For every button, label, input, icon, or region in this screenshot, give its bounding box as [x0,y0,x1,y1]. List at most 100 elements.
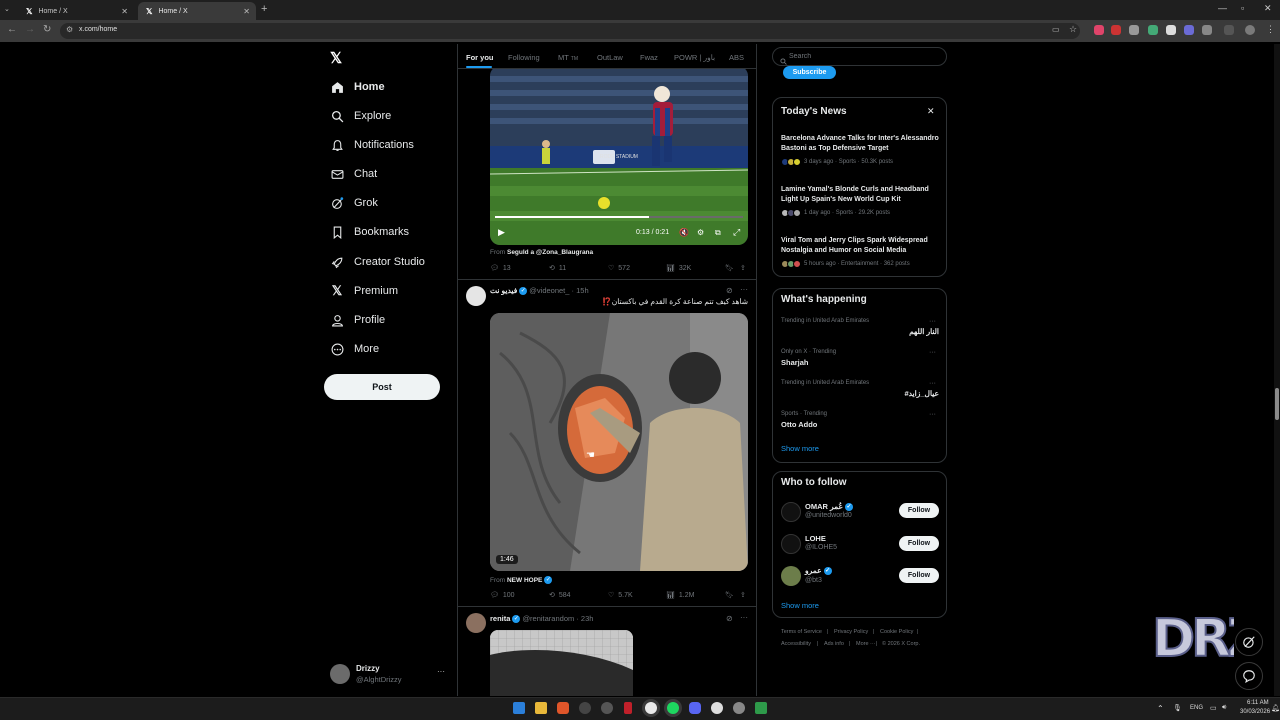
browser-menu-icon[interactable]: ⋮ [1266,24,1275,35]
news-headline[interactable]: Lamine Yamal's Blonde Curls and Headband… [781,185,946,205]
extension-icon[interactable] [1094,25,1104,35]
nav-home[interactable]: Home [330,76,385,98]
suggestion-handle[interactable]: @unitedworld0 [805,512,852,519]
reload-icon[interactable]: ↻ [43,24,51,35]
tab-search-button[interactable]: ⌄ [4,5,10,13]
extensions-puzzle-icon[interactable] [1202,25,1212,35]
clock-time[interactable]: 6:11 AM [1247,700,1269,706]
share-button[interactable]: ⇪ [740,264,746,272]
trend-name[interactable]: النار اللهم [781,327,939,336]
repost-button[interactable]: ⟲ 584 [549,591,571,600]
extension-icon[interactable] [1184,25,1194,35]
post-time[interactable]: 23h [581,614,594,623]
spotify-icon[interactable] [667,702,679,714]
tab-following[interactable]: Following [508,53,540,62]
suggestion-avatar[interactable] [781,502,801,522]
messages-float-button[interactable] [1235,662,1263,690]
extension-icon[interactable] [1148,25,1158,35]
tab-mt[interactable]: MT TM [558,53,578,62]
post-button[interactable]: Post [324,374,440,400]
app-icon[interactable] [624,702,632,714]
nav-notifications[interactable]: Notifications [330,134,414,156]
notification-icon[interactable]: 🔔︎ [1271,704,1280,712]
footer-terms[interactable]: Terms of Service [781,629,822,635]
like-button[interactable]: ♡ 572 [608,264,630,273]
reply-button[interactable]: 💬︎ 100 [490,591,515,600]
nav-explore[interactable]: Explore [330,105,391,127]
author-handle[interactable]: @videonet_ [529,286,569,295]
grok-post-icon[interactable]: ⊘ [726,286,733,295]
news-headline[interactable]: Viral Tom and Jerry Clips Spark Widespre… [781,236,946,256]
app-icon[interactable] [601,702,613,714]
account-handle[interactable]: @AlghtDrizzy [356,675,402,684]
suggestion-avatar[interactable] [781,566,801,586]
search-input[interactable] [789,49,939,64]
file-explorer-icon[interactable] [535,702,547,714]
video-player[interactable] [490,313,748,571]
account-more-icon[interactable]: ··· [437,667,445,676]
suggestion-avatar[interactable] [781,534,801,554]
trend-more-icon[interactable]: ··· [929,380,936,387]
tab-outlaw[interactable]: OutLaw [597,53,623,62]
trend-more-icon[interactable]: ··· [929,318,936,325]
discord-icon[interactable] [689,702,701,714]
author-avatar[interactable] [466,613,486,633]
news-headline[interactable]: Barcelona Advance Talks for Inter's Ales… [781,134,946,154]
author-name[interactable]: فيديو نت [490,286,517,295]
footer-ads-info[interactable]: Ads info [824,641,844,647]
mute-icon[interactable]: 🔇 [679,228,689,237]
tab-close-icon[interactable]: ✕ [243,7,250,16]
grok-float-button[interactable] [1235,628,1263,656]
sidebar-icon[interactable] [1224,25,1234,35]
post-time[interactable]: 15h [576,286,589,295]
author-avatar[interactable] [466,286,486,306]
tab-for-you[interactable]: For you [466,53,494,62]
nav-bookmarks[interactable]: Bookmarks [330,221,409,243]
post-image[interactable] [490,630,633,696]
footer-accessibility[interactable]: Accessibility [781,641,811,647]
close-icon[interactable]: ✕ [927,106,935,117]
nav-premium[interactable]: 𝕏 Premium [330,280,398,302]
nav-grok[interactable]: Grok [330,192,378,214]
author-handle[interactable]: @renitarandom [522,614,574,623]
bookmark-star-icon[interactable]: ☆ [1069,24,1077,35]
app-icon[interactable] [711,702,723,714]
source-link[interactable]: Seguld a @Zona_Blaugrana [507,249,593,256]
views-button[interactable]: 📊︎ 1.2M [666,591,694,600]
mic-icon[interactable]: 🎙︎ [1173,704,1182,712]
minimize-icon[interactable]: — [1218,3,1227,13]
pip-icon[interactable]: ⧉ [715,228,721,238]
trend-name[interactable]: Otto Addo [781,420,817,429]
trend-more-icon[interactable]: ··· [929,349,936,356]
cast-icon[interactable]: ▭ [1052,25,1060,34]
nav-more[interactable]: More [330,338,379,360]
brave-browser-icon[interactable] [557,702,569,714]
new-tab-button[interactable]: + [261,3,267,15]
window-close-icon[interactable]: ✕ [1264,3,1272,14]
settings-icon[interactable]: ⚙ [697,228,704,237]
footer-more[interactable]: More ··· [856,641,876,647]
footer-privacy[interactable]: Privacy Policy [834,629,868,635]
suggestion-name[interactable]: OMAR عُمر ✓ [805,502,855,512]
post-more-icon[interactable]: ··· [740,613,748,622]
nav-creator-studio[interactable]: Creator Studio [330,251,425,273]
bookmark-button[interactable]: 🔖︎ [725,264,734,272]
follow-button[interactable]: Follow [899,536,939,551]
app-icon[interactable] [579,702,591,714]
bookmark-button[interactable]: 🔖︎ [725,591,734,599]
tab-powr[interactable]: POWR | باور [674,53,715,62]
suggestion-handle[interactable]: @ILOHE5 [805,544,837,551]
page-scrollbar[interactable] [1274,44,1280,696]
video-player[interactable]: RODE STADIUM [490,66,748,245]
fullscreen-icon[interactable]: ⤢ [733,227,740,238]
source-link[interactable]: NEW HOPE [507,577,542,584]
like-button[interactable]: ♡ 5.7K [608,591,633,600]
browser-tab[interactable]: 𝕏 Home / X ✕ [18,2,134,20]
site-info-icon[interactable]: ⚙ [66,25,73,34]
network-icon[interactable]: ▭ [1210,704,1217,712]
suggestion-name[interactable]: عمرو ✓ [805,566,834,576]
volume-icon[interactable]: 🔊︎ [1222,704,1226,712]
app-icon[interactable] [755,702,767,714]
extension-icon[interactable] [1111,25,1121,35]
follow-button[interactable]: Follow [899,503,939,518]
